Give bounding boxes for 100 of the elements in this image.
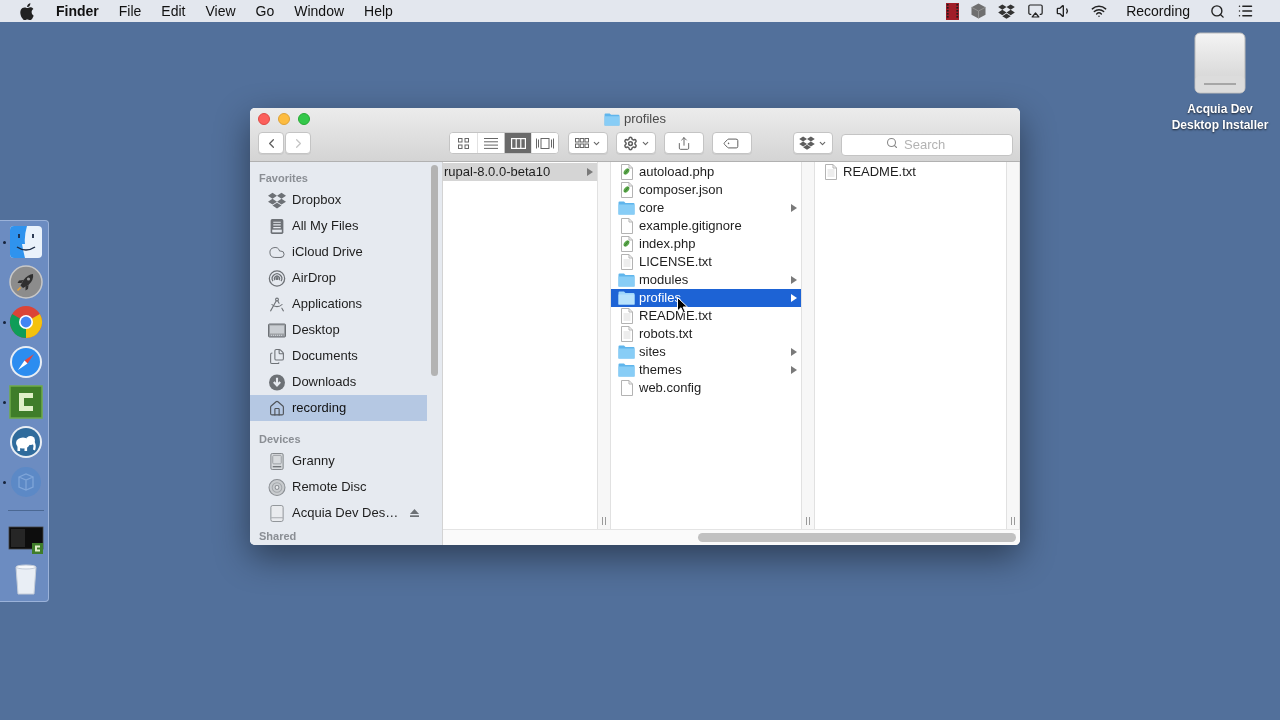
column-row[interactable]: core	[611, 199, 801, 217]
gear-icon	[622, 135, 638, 151]
drive-icon[interactable]	[1194, 32, 1246, 94]
folder-icon	[604, 112, 621, 126]
column-row[interactable]: rupal-8.0.0-beta10	[443, 163, 597, 181]
column-row[interactable]: LICENSE.txt	[611, 253, 801, 271]
column-view-button[interactable]	[504, 133, 531, 153]
sidebar-item[interactable]: Acquia Dev Des…	[250, 500, 427, 526]
drive-icon	[268, 504, 286, 522]
wifi-icon[interactable]	[1090, 3, 1109, 19]
cover-flow-icon	[536, 137, 554, 149]
column-row[interactable]: composer.json	[611, 181, 801, 199]
folder-icon	[618, 273, 635, 287]
resize-handle-icon[interactable]	[602, 517, 606, 525]
scrollbar-thumb[interactable]	[698, 533, 1016, 542]
sidebar-item[interactable]: Remote Disc	[250, 474, 427, 500]
documents-icon	[268, 347, 286, 365]
menu-item[interactable]: File	[118, 0, 142, 22]
disc-icon	[268, 478, 286, 496]
compass-icon[interactable]	[8, 344, 44, 380]
menu-item[interactable]: Edit	[161, 0, 186, 22]
menu-item[interactable]: View	[205, 0, 236, 22]
sidebar-item[interactable]: Desktop	[250, 317, 427, 343]
column-row[interactable]: README.txt	[611, 307, 801, 325]
airplay-icon[interactable]	[1027, 3, 1045, 19]
column-row[interactable]: robots.txt	[611, 325, 801, 343]
column-row[interactable]: sites	[611, 343, 801, 361]
eject-icon[interactable]	[410, 509, 419, 517]
search-icon[interactable]	[1210, 3, 1225, 19]
sidebar-item[interactable]: recording	[250, 395, 427, 421]
section-heading: Devices	[258, 431, 302, 447]
grid-icon	[458, 137, 469, 149]
bracket-tile-icon[interactable]	[8, 384, 44, 420]
rings-icon	[268, 269, 286, 287]
menu-item[interactable]: Window	[294, 0, 345, 22]
screen-icon	[268, 321, 286, 339]
hexagon-icon[interactable]	[971, 3, 987, 19]
sidebar-item[interactable]: Granny	[250, 448, 427, 474]
zoom-button[interactable]	[298, 113, 310, 125]
folder-icon	[618, 291, 635, 305]
icon-label[interactable]: Acquia Dev Desktop Installer	[1166, 101, 1274, 133]
share-icon	[677, 135, 691, 151]
text-document-icon	[620, 254, 633, 270]
document-icon	[620, 218, 633, 234]
column-row[interactable]: README.txt	[815, 163, 1006, 181]
column-row[interactable]: example.gitignore	[611, 217, 801, 235]
tag-button[interactable]	[712, 132, 752, 154]
sidebar-item[interactable]: AirDrop	[250, 265, 427, 291]
arrange-button[interactable]	[568, 132, 608, 154]
film-strip-icon[interactable]	[946, 2, 960, 20]
text-document-icon	[620, 308, 633, 324]
leaf-document-icon	[620, 182, 633, 198]
text-document-icon	[824, 164, 837, 180]
diamonds-icon[interactable]	[998, 3, 1016, 19]
columns-icon	[510, 137, 526, 149]
app-menu[interactable]: Finder	[56, 0, 99, 22]
column-row[interactable]: autoload.php	[611, 163, 801, 181]
list-icon	[484, 137, 498, 149]
column-row[interactable]: themes	[611, 361, 801, 379]
section-heading: Favorites	[258, 170, 309, 186]
status-text[interactable]: Recording	[1126, 0, 1190, 22]
menu-item[interactable]: Help	[364, 0, 393, 22]
grid-icon	[575, 138, 589, 148]
sidebar-item[interactable]: iCloud Drive	[250, 239, 427, 265]
sidebar-item[interactable]: All My Files	[250, 213, 427, 239]
search-field[interactable]: Search	[841, 133, 1013, 156]
hard-drive-icon	[268, 452, 286, 470]
close-button[interactable]	[258, 113, 270, 125]
elephant-icon[interactable]	[8, 424, 44, 460]
folder-icon	[618, 363, 635, 377]
drafting-compass-icon	[268, 295, 286, 313]
column-row[interactable]: profiles	[611, 289, 801, 307]
home-icon	[268, 399, 286, 417]
window-title: profiles	[624, 110, 666, 129]
sidebar-item[interactable]: Documents	[250, 343, 427, 369]
resize-handle-icon[interactable]	[1011, 517, 1015, 525]
sidebar-item[interactable]: Applications	[250, 291, 427, 317]
download-icon	[268, 373, 286, 391]
leaf-document-icon	[620, 164, 633, 180]
document-icon	[620, 380, 633, 396]
share-button[interactable]	[664, 132, 704, 154]
action-button[interactable]	[616, 132, 656, 154]
back-button[interactable]	[258, 132, 284, 154]
apple-icon[interactable]	[20, 2, 34, 20]
resize-handle-icon[interactable]	[806, 517, 810, 525]
list-icon[interactable]	[1237, 3, 1254, 19]
menu-item[interactable]: Go	[255, 0, 275, 22]
smiling-face-icon[interactable]	[8, 224, 44, 260]
column-row[interactable]: index.php	[611, 235, 801, 253]
sidebar-item[interactable]: Dropbox	[250, 187, 427, 213]
column-row[interactable]: web.config	[611, 379, 801, 397]
rocket-icon[interactable]	[8, 264, 44, 300]
tricolor-circle-icon[interactable]	[8, 304, 44, 340]
sidebar-item[interactable]: Downloads	[250, 369, 427, 395]
diamonds-menu-button[interactable]	[793, 132, 833, 154]
column-row[interactable]: modules	[611, 271, 801, 289]
diamonds-icon	[268, 191, 286, 209]
cover-flow-button[interactable]	[531, 133, 558, 153]
scrollbar-thumb[interactable]	[431, 165, 438, 376]
folder-icon	[618, 345, 635, 359]
